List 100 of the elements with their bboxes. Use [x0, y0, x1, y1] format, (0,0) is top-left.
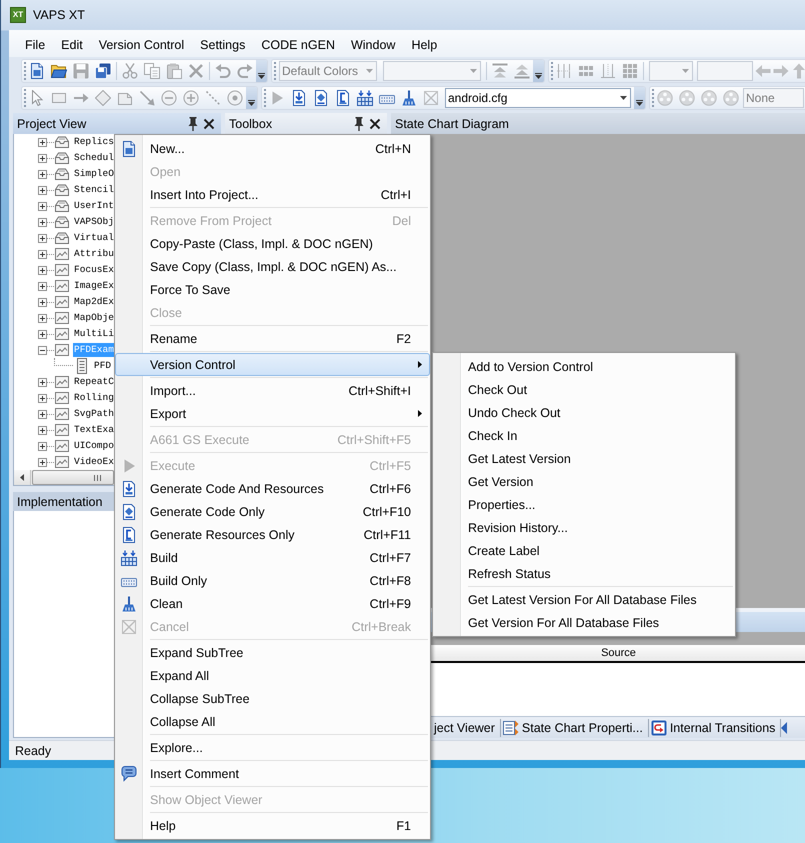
tree-item[interactable]: Attribu: [73, 247, 115, 261]
dropdown[interactable]: android.cfg: [445, 88, 631, 108]
broom-icon[interactable]: [401, 90, 417, 106]
tab[interactable]: Internal Transitions: [648, 718, 782, 736]
menu-item[interactable]: Rename F2: [115, 327, 430, 350]
plus-box-icon[interactable]: [38, 426, 47, 434]
plus-box-icon[interactable]: [38, 442, 47, 450]
tree-item[interactable]: MultiLi: [73, 327, 115, 341]
menu-item[interactable]: Get Version: [433, 470, 735, 493]
menu-item[interactable]: Generate Code And Resources Ctrl+F6: [115, 477, 430, 500]
menu-item[interactable]: Version Control: [115, 353, 430, 376]
left-triangle-icon[interactable]: [781, 720, 788, 736]
menu-item[interactable]: Check Out: [433, 378, 735, 401]
tree-item[interactable]: RepeatC: [73, 375, 115, 389]
document-arrow-icon[interactable]: [291, 90, 307, 106]
menu-item[interactable]: Build Ctrl+F7: [115, 546, 430, 569]
menu-bar-item[interactable]: Version Control: [90, 36, 192, 54]
grip-icon[interactable]: [23, 62, 26, 80]
tree-item[interactable]: TextExa: [73, 423, 115, 437]
plus-box-icon[interactable]: [38, 186, 47, 194]
grid-arrows-icon[interactable]: [357, 90, 373, 106]
menu-item[interactable]: Expand All: [115, 664, 430, 687]
menu-bar-item[interactable]: File: [17, 36, 54, 54]
menu-item[interactable]: Export: [115, 402, 430, 425]
document-diamond-icon[interactable]: [313, 90, 329, 106]
menu-item[interactable]: Generate Code Only Ctrl+F10: [115, 500, 430, 523]
plus-box-icon[interactable]: [38, 250, 47, 258]
scrollbar-thumb[interactable]: [32, 470, 114, 485]
grip-icon[interactable]: [651, 89, 654, 107]
grip-icon[interactable]: [263, 89, 266, 107]
tab[interactable]: State Chart Properti...: [500, 718, 649, 736]
menu-bar-item[interactable]: Help: [403, 36, 446, 54]
menu-item[interactable]: Properties...: [433, 493, 735, 516]
menu-item[interactable]: Build Only Ctrl+F8: [115, 569, 430, 592]
tree-item[interactable]: Virtual: [73, 231, 115, 245]
menu-item[interactable]: Help F1: [115, 814, 430, 837]
plus-box-icon[interactable]: [38, 234, 47, 242]
tree-item[interactable]: VideoEx: [73, 455, 115, 469]
plus-box-icon[interactable]: [38, 154, 47, 162]
tree-item[interactable]: Map2dEx: [73, 295, 115, 309]
tree-item[interactable]: MapObje: [73, 311, 115, 325]
plus-box-icon[interactable]: [38, 138, 47, 146]
menu-item[interactable]: Import... Ctrl+Shift+I: [115, 379, 430, 402]
tree-item[interactable]: UICompo: [73, 439, 115, 453]
tree-item[interactable]: SvgPath: [73, 407, 115, 421]
menu-item[interactable]: Revision History...: [433, 516, 735, 539]
menu-item[interactable]: Refresh Status: [433, 562, 735, 585]
tree-item[interactable]: UserInt: [73, 199, 115, 213]
menu-bar-item[interactable]: Window: [342, 36, 404, 54]
grip-icon[interactable]: [550, 62, 553, 80]
floppy-stack-icon[interactable]: [95, 63, 111, 79]
plus-box-icon[interactable]: [38, 410, 47, 418]
menu-item[interactable]: New... Ctrl+N: [115, 137, 430, 160]
grip-icon[interactable]: [23, 89, 26, 107]
toolbar-overflow-button[interactable]: [256, 60, 267, 82]
tree-item[interactable]: SimpleO: [73, 167, 115, 181]
menu-item[interactable]: Copy-Paste (Class, Impl. & DOC nGEN): [115, 232, 430, 255]
menu-item[interactable]: Get Latest Version For All Database Files: [433, 588, 735, 611]
toolbar-overflow-button[interactable]: [246, 87, 257, 109]
tab[interactable]: ject Viewer: [432, 718, 501, 736]
plus-box-icon[interactable]: [38, 202, 47, 210]
plus-box-icon[interactable]: [38, 394, 47, 402]
plus-box-icon[interactable]: [38, 170, 47, 178]
plus-box-icon[interactable]: [38, 266, 47, 274]
plus-box-icon[interactable]: [38, 330, 47, 338]
menu-item[interactable]: Save Copy (Class, Impl. & DOC nGEN) As...: [115, 255, 430, 278]
tree-item[interactable]: ImageEx: [73, 279, 115, 293]
menu-bar-item[interactable]: CODE nGEN: [253, 36, 343, 54]
menu-item[interactable]: Insert Comment: [115, 762, 430, 785]
document-bracket-icon[interactable]: [335, 90, 351, 106]
menu-item[interactable]: Undo Check Out: [433, 401, 735, 424]
tree-item[interactable]: Stencil: [73, 183, 115, 197]
menu-item[interactable]: Add to Version Control: [433, 355, 735, 378]
menu-bar-item[interactable]: Settings: [192, 36, 254, 54]
plus-box-icon[interactable]: [38, 298, 47, 306]
tree-item[interactable]: PFD: [93, 359, 112, 373]
menu-item[interactable]: Clean Ctrl+F9: [115, 592, 430, 615]
plus-box-icon[interactable]: [38, 458, 47, 466]
grip-icon[interactable]: [273, 62, 276, 80]
menu-bar-item[interactable]: Edit: [53, 36, 91, 54]
toolbar-overflow-button[interactable]: [634, 87, 645, 109]
plus-box-icon[interactable]: [38, 218, 47, 226]
plus-box-icon[interactable]: [38, 314, 47, 322]
menu-item[interactable]: Generate Resources Only Ctrl+F11: [115, 523, 430, 546]
menu-item[interactable]: Collapse All: [115, 710, 430, 733]
plus-box-icon[interactable]: [38, 282, 47, 290]
menu-item[interactable]: Check In: [433, 424, 735, 447]
document-icon[interactable]: [29, 63, 45, 79]
minus-box-icon[interactable]: [38, 346, 47, 354]
tree-item[interactable]: Schedul: [73, 151, 115, 165]
folder-icon[interactable]: [51, 63, 67, 79]
scroll-left-button[interactable]: [14, 470, 31, 485]
tree-item[interactable]: Replics: [73, 135, 115, 149]
tree-item[interactable]: FocusEx: [73, 263, 115, 277]
plus-box-icon[interactable]: [38, 378, 47, 386]
toolbar-overflow-button[interactable]: [533, 60, 544, 82]
menu-item[interactable]: Insert Into Project... Ctrl+I: [115, 183, 430, 206]
menu-item[interactable]: Create Label: [433, 539, 735, 562]
menu-item[interactable]: Force To Save: [115, 278, 430, 301]
menu-item[interactable]: Collapse SubTree: [115, 687, 430, 710]
